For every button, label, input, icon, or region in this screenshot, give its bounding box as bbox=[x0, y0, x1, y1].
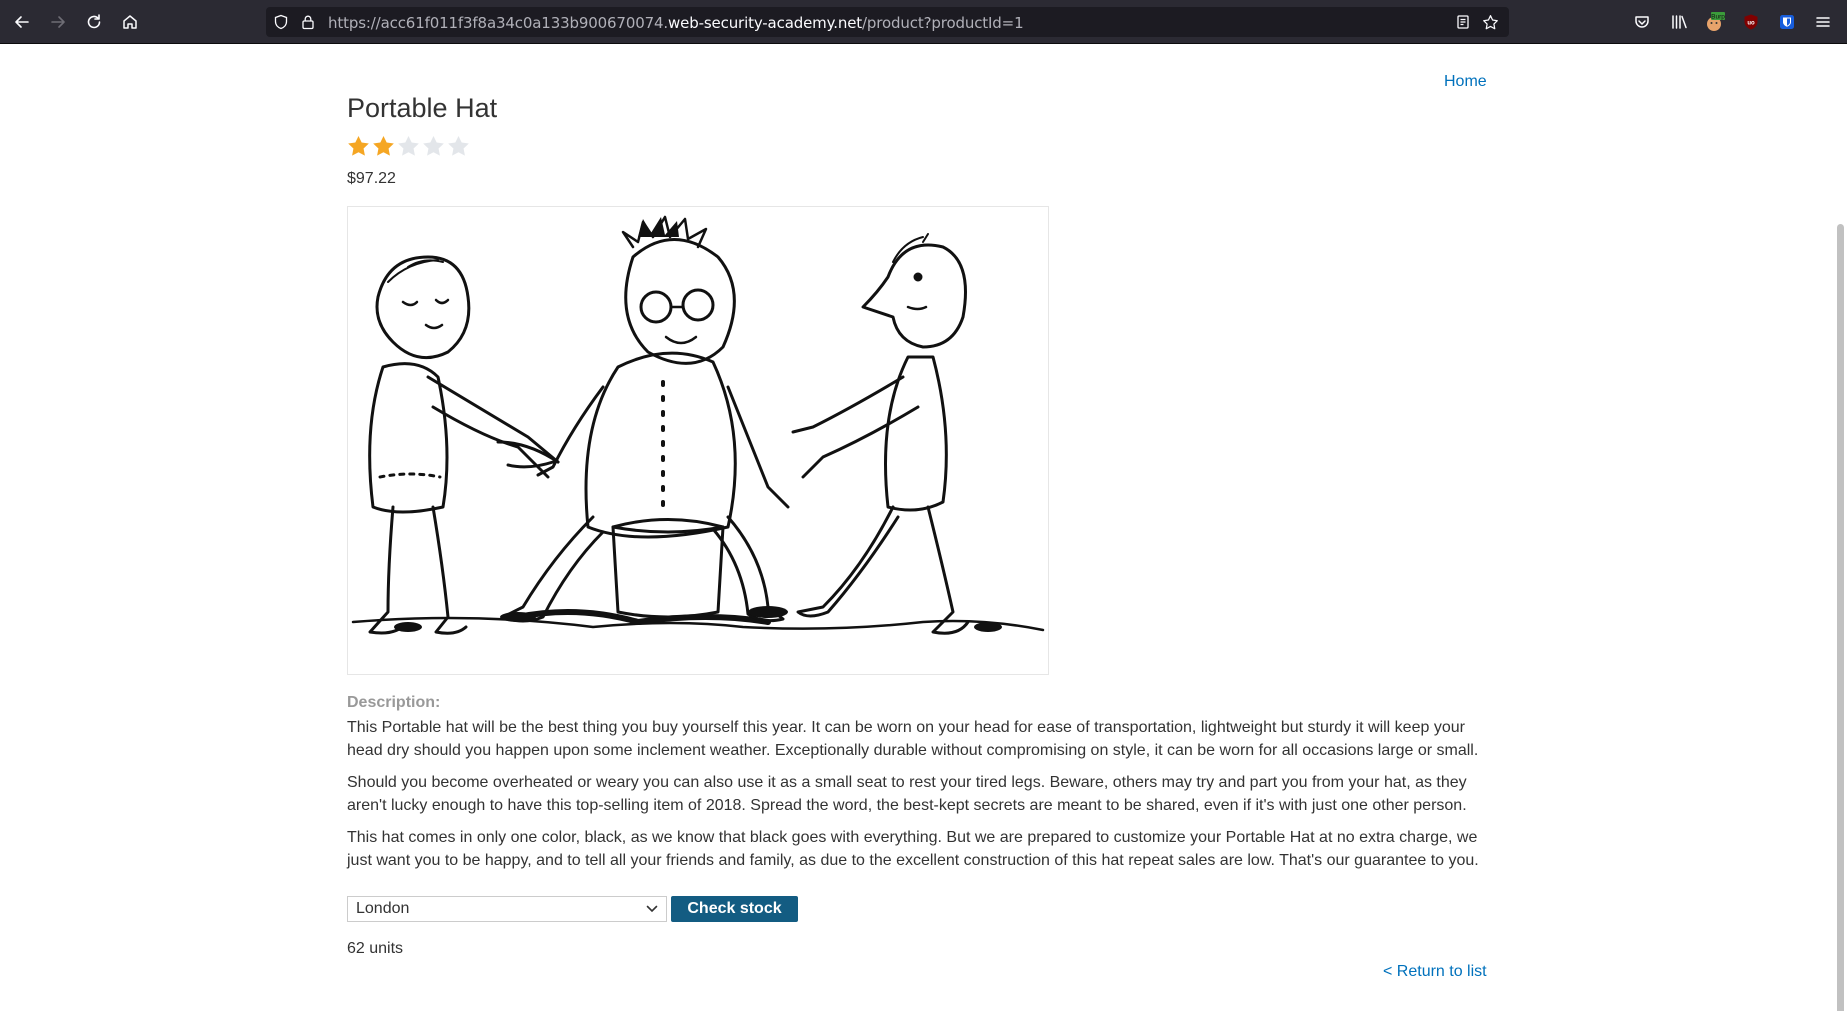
star-empty-icon bbox=[447, 135, 470, 157]
description-paragraph: This Portable hat will be the best thing… bbox=[347, 719, 1479, 759]
shield-icon[interactable] bbox=[272, 13, 290, 31]
pocket-icon[interactable] bbox=[1628, 8, 1656, 36]
star-empty-icon bbox=[422, 135, 445, 157]
star-filled-icon bbox=[372, 135, 395, 157]
description-label: Description: bbox=[347, 694, 441, 711]
burp-badge-text: Burp bbox=[1711, 14, 1725, 21]
check-stock-button[interactable]: Check stock bbox=[671, 896, 798, 922]
home-icon[interactable] bbox=[116, 8, 144, 36]
reader-view-icon[interactable] bbox=[1454, 13, 1472, 31]
store-select[interactable]: London bbox=[347, 896, 667, 922]
reload-icon[interactable] bbox=[80, 8, 108, 36]
product-price: $97.22 bbox=[347, 170, 396, 187]
bookmark-star-icon[interactable] bbox=[1481, 13, 1499, 31]
scrollbar[interactable] bbox=[1833, 44, 1847, 1011]
svg-text:uo: uo bbox=[1747, 21, 1755, 27]
store-select-value: London bbox=[356, 900, 410, 917]
burp-extension-icon[interactable]: Burp bbox=[1700, 8, 1728, 36]
star-empty-icon bbox=[397, 135, 420, 157]
product-image bbox=[347, 206, 1049, 675]
url-bar[interactable]: https://acc61f011f3f8a34c0a133b900670074… bbox=[266, 7, 1509, 37]
bitwarden-icon[interactable] bbox=[1773, 8, 1801, 36]
library-icon[interactable] bbox=[1665, 8, 1693, 36]
chevron-down-icon bbox=[646, 900, 658, 918]
product-description: This Portable hat will be the best thing… bbox=[347, 716, 1487, 881]
ublock-icon[interactable]: uo bbox=[1737, 8, 1765, 36]
home-link[interactable]: Home bbox=[1444, 73, 1487, 91]
star-rating bbox=[347, 135, 470, 157]
tug-of-war-illustration bbox=[351, 215, 1045, 635]
scrollbar-thumb[interactable] bbox=[1837, 224, 1844, 1011]
return-to-list-link[interactable]: < Return to list bbox=[1383, 963, 1487, 981]
back-icon[interactable] bbox=[8, 8, 36, 36]
description-paragraph: Should you become overheated or weary yo… bbox=[347, 774, 1467, 814]
forward-icon[interactable] bbox=[44, 8, 72, 36]
browser-toolbar: https://acc61f011f3f8a34c0a133b900670074… bbox=[0, 0, 1847, 43]
stock-result: 62 units bbox=[347, 940, 404, 957]
url-text[interactable]: https://acc61f011f3f8a34c0a133b900670074… bbox=[328, 14, 1024, 32]
menu-icon[interactable] bbox=[1809, 8, 1837, 36]
star-filled-icon bbox=[347, 135, 370, 157]
toolbar-divider bbox=[0, 43, 1847, 44]
lock-icon[interactable] bbox=[299, 13, 317, 31]
page-title: Portable Hat bbox=[347, 93, 498, 123]
description-paragraph: This hat comes in only one color, black,… bbox=[347, 829, 1479, 869]
